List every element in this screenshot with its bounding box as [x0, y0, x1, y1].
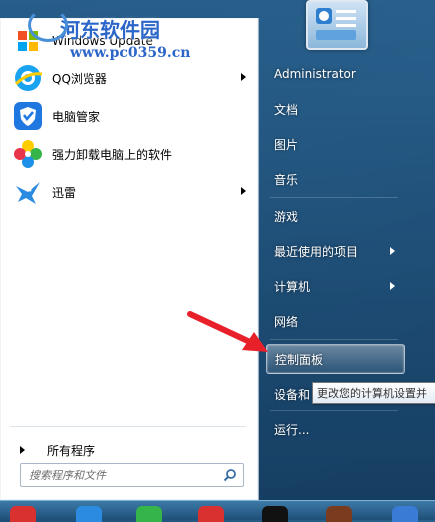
control-panel-tooltip: 更改您的计算机设置并 [312, 382, 435, 404]
search-input[interactable] [27, 465, 223, 485]
pc-manager-shield-icon [12, 100, 44, 132]
right-item-label: 网络 [274, 314, 299, 329]
tooltip-text: 更改您的计算机设置并 [317, 387, 427, 400]
right-item-label: Administrator [274, 67, 356, 81]
expand-arrow-icon [20, 446, 25, 454]
watermark-title: 河东软件园 [60, 18, 160, 42]
left-pane: Windows Update QQ浏览器 电脑管家 强力卸载电脑上的软件 迅雷 … [0, 18, 259, 501]
annotation-arrow-icon [187, 311, 268, 352]
submenu-arrow-icon[interactable] [390, 282, 395, 290]
right-item-music[interactable]: 音乐 [266, 165, 403, 193]
pinned-item-label: 电脑管家 [52, 109, 101, 124]
taskbar-app-icon[interactable] [326, 506, 352, 522]
right-item-network[interactable]: 网络 [266, 307, 403, 335]
start-orb-icon[interactable] [10, 506, 36, 522]
qq-browser-icon [12, 62, 44, 94]
right-item-label: 设备和 [274, 387, 311, 402]
submenu-arrow-icon[interactable] [241, 73, 246, 81]
right-item-label: 控制面板 [275, 352, 324, 367]
right-item-pictures[interactable]: 图片 [266, 130, 403, 158]
right-item-label: 游戏 [274, 209, 299, 224]
uninstaller-flower-icon [12, 138, 44, 170]
left-pane-divider [10, 426, 246, 427]
pinned-item-label: 迅雷 [52, 185, 77, 200]
pinned-item-pc-manager[interactable]: 电脑管家 [0, 99, 258, 133]
right-item-computer[interactable]: 计算机 [266, 272, 403, 300]
right-item-run[interactable]: 运行... [266, 415, 403, 443]
pinned-item-qq-browser[interactable]: QQ浏览器 [0, 61, 258, 95]
taskbar-app-icon[interactable] [136, 506, 162, 522]
pinned-item-uninstaller[interactable]: 强力卸载电脑上的软件 [0, 137, 258, 171]
taskbar [0, 500, 435, 522]
right-item-control-panel[interactable]: 控制面板 [266, 344, 405, 374]
xunlei-bird-icon [12, 176, 44, 208]
all-programs-button[interactable]: 所有程序 [0, 438, 258, 462]
taskbar-app-icon[interactable] [392, 506, 418, 522]
right-item-games[interactable]: 游戏 [266, 202, 403, 230]
right-pane-divider [270, 339, 398, 340]
right-pane-divider [270, 410, 398, 411]
watermark-logo-icon [28, 8, 68, 42]
pinned-item-label: 强力卸载电脑上的软件 [52, 147, 173, 162]
right-item-label: 音乐 [274, 172, 299, 187]
right-item-recent-items[interactable]: 最近使用的项目 [266, 237, 403, 265]
submenu-arrow-icon[interactable] [241, 187, 246, 195]
taskbar-app-icon[interactable] [198, 506, 224, 522]
all-programs-label: 所有程序 [47, 443, 96, 458]
user-picture-tile[interactable] [306, 0, 368, 50]
submenu-arrow-icon[interactable] [390, 247, 395, 255]
start-search-box[interactable] [20, 463, 244, 487]
search-icon[interactable] [223, 468, 237, 482]
user-picture-icon [316, 8, 356, 40]
pinned-item-xunlei[interactable]: 迅雷 [0, 175, 258, 209]
watermark: 河东软件园 www.pc0359.cn [26, 8, 191, 61]
right-pane-divider [270, 197, 398, 198]
right-item-label: 图片 [274, 137, 299, 152]
right-item-label: 计算机 [274, 279, 311, 294]
right-item-label: 最近使用的项目 [274, 244, 359, 259]
pinned-item-label: QQ浏览器 [52, 71, 107, 86]
right-item-label: 运行... [274, 422, 310, 437]
taskbar-app-icon[interactable] [262, 506, 288, 522]
right-item-documents[interactable]: 文档 [266, 95, 403, 123]
taskbar-app-icon[interactable] [76, 506, 102, 522]
watermark-url: www.pc0359.cn [70, 45, 191, 61]
right-item-label: 文档 [274, 102, 299, 117]
right-item-administrator[interactable]: Administrator [266, 60, 403, 88]
